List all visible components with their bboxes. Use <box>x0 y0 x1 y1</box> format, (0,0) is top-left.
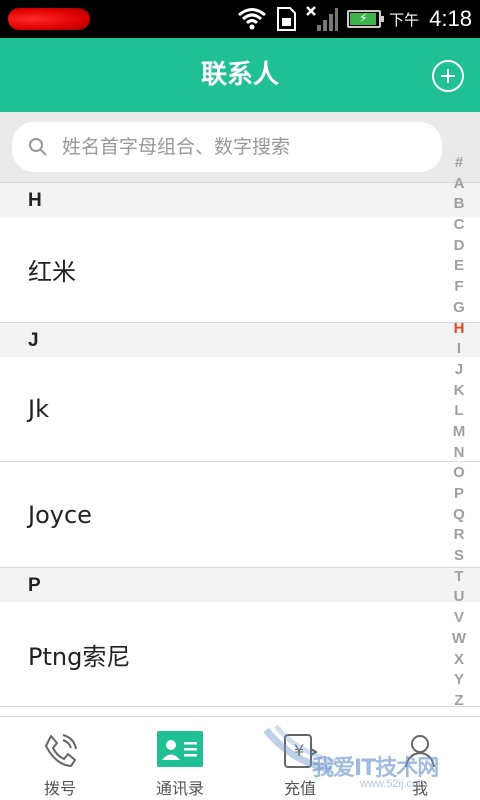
section-header-h: H <box>0 182 480 217</box>
index-letter-t[interactable]: T <box>450 567 468 588</box>
contact-row[interactable]: 红米 <box>0 217 480 322</box>
index-letter-j[interactable]: J <box>450 360 468 381</box>
index-letter-p[interactable]: P <box>450 484 468 505</box>
redaction-blob <box>8 8 90 30</box>
tab-recharge[interactable]: ¥ 充值 <box>240 717 360 800</box>
search-input[interactable] <box>62 136 402 158</box>
tab-me[interactable]: 我 <box>360 717 480 800</box>
index-letter-z[interactable]: Z <box>450 691 468 712</box>
status-bar: ⚡ 下午 4:18 <box>0 0 480 38</box>
index-letter-x[interactable]: X <box>450 650 468 671</box>
search-area <box>0 112 480 182</box>
tab-dial[interactable]: 拨号 <box>0 717 120 800</box>
contact-row[interactable]: Jk <box>0 357 480 462</box>
tab-label: 充值 <box>283 779 316 798</box>
title-bar: 联系人 <box>0 38 480 112</box>
contacts-card-icon <box>157 731 203 767</box>
tab-label: 拨号 <box>43 779 76 798</box>
search-box[interactable] <box>12 122 442 172</box>
index-letter-l[interactable]: L <box>450 401 468 422</box>
no-signal-icon <box>306 6 339 31</box>
index-letter-k[interactable]: K <box>450 381 468 402</box>
battery-icon: ⚡ <box>347 10 385 28</box>
index-letter-u[interactable]: U <box>450 587 468 608</box>
index-letter-r[interactable]: R <box>450 525 468 546</box>
index-letter-h[interactable]: H <box>450 319 468 340</box>
bottom-tab-bar: 拨号 通讯录 ¥ 充值 我 <box>0 716 480 800</box>
wifi-icon <box>238 8 267 30</box>
tab-label: 我 <box>411 779 428 798</box>
status-time: 4:18 <box>429 6 472 31</box>
alphabet-index[interactable]: # A B C D E F G H I J K L M N O P Q R S T U V W X Y Z <box>450 153 468 712</box>
index-letter-q[interactable]: Q <box>450 505 468 526</box>
index-letter-c[interactable]: C <box>450 215 468 236</box>
index-letter-v[interactable]: V <box>450 608 468 629</box>
index-letter-i[interactable]: I <box>450 339 468 360</box>
phone-icon <box>45 734 77 767</box>
index-letter-n[interactable]: N <box>450 443 468 464</box>
add-contact-button[interactable] <box>432 60 464 92</box>
contact-list: H 红米 J Jk Joyce P Ptng索尼 <box>0 182 480 707</box>
svg-text:¥: ¥ <box>294 741 304 760</box>
index-letter-hash[interactable]: # <box>450 153 468 174</box>
redacted-notification-area <box>8 7 90 30</box>
contacts-screen: ⚡ 下午 4:18 联系人 H 红米 J Jk Joyce P Ptng索尼 <box>0 0 480 800</box>
page-title: 联系人 <box>200 60 279 90</box>
person-icon <box>405 735 435 768</box>
index-letter-y[interactable]: Y <box>450 670 468 691</box>
contact-row[interactable]: Ptng索尼 <box>0 602 480 707</box>
section-header-j: J <box>0 322 480 357</box>
index-letter-e[interactable]: E <box>450 256 468 277</box>
index-letter-a[interactable]: A <box>450 174 468 195</box>
index-letter-s[interactable]: S <box>450 546 468 567</box>
status-ampm: 下午 <box>389 10 420 29</box>
index-letter-d[interactable]: D <box>450 236 468 257</box>
section-header-p: P <box>0 567 480 602</box>
tab-contacts[interactable]: 通讯录 <box>120 717 240 800</box>
index-letter-m[interactable]: M <box>450 422 468 443</box>
status-icons: ⚡ 下午 4:18 <box>237 0 472 38</box>
charging-bolt-icon: ⚡ <box>359 11 368 25</box>
sim-card-icon <box>277 7 297 31</box>
index-letter-b[interactable]: B <box>450 194 468 215</box>
search-icon <box>29 138 47 156</box>
index-letter-w[interactable]: W <box>450 629 468 650</box>
index-letter-o[interactable]: O <box>450 463 468 484</box>
recharge-icon: ¥ <box>284 734 318 768</box>
index-letter-g[interactable]: G <box>450 298 468 319</box>
contact-row[interactable]: Joyce <box>0 462 480 567</box>
index-letter-f[interactable]: F <box>450 277 468 298</box>
tab-label: 通讯录 <box>155 779 204 798</box>
